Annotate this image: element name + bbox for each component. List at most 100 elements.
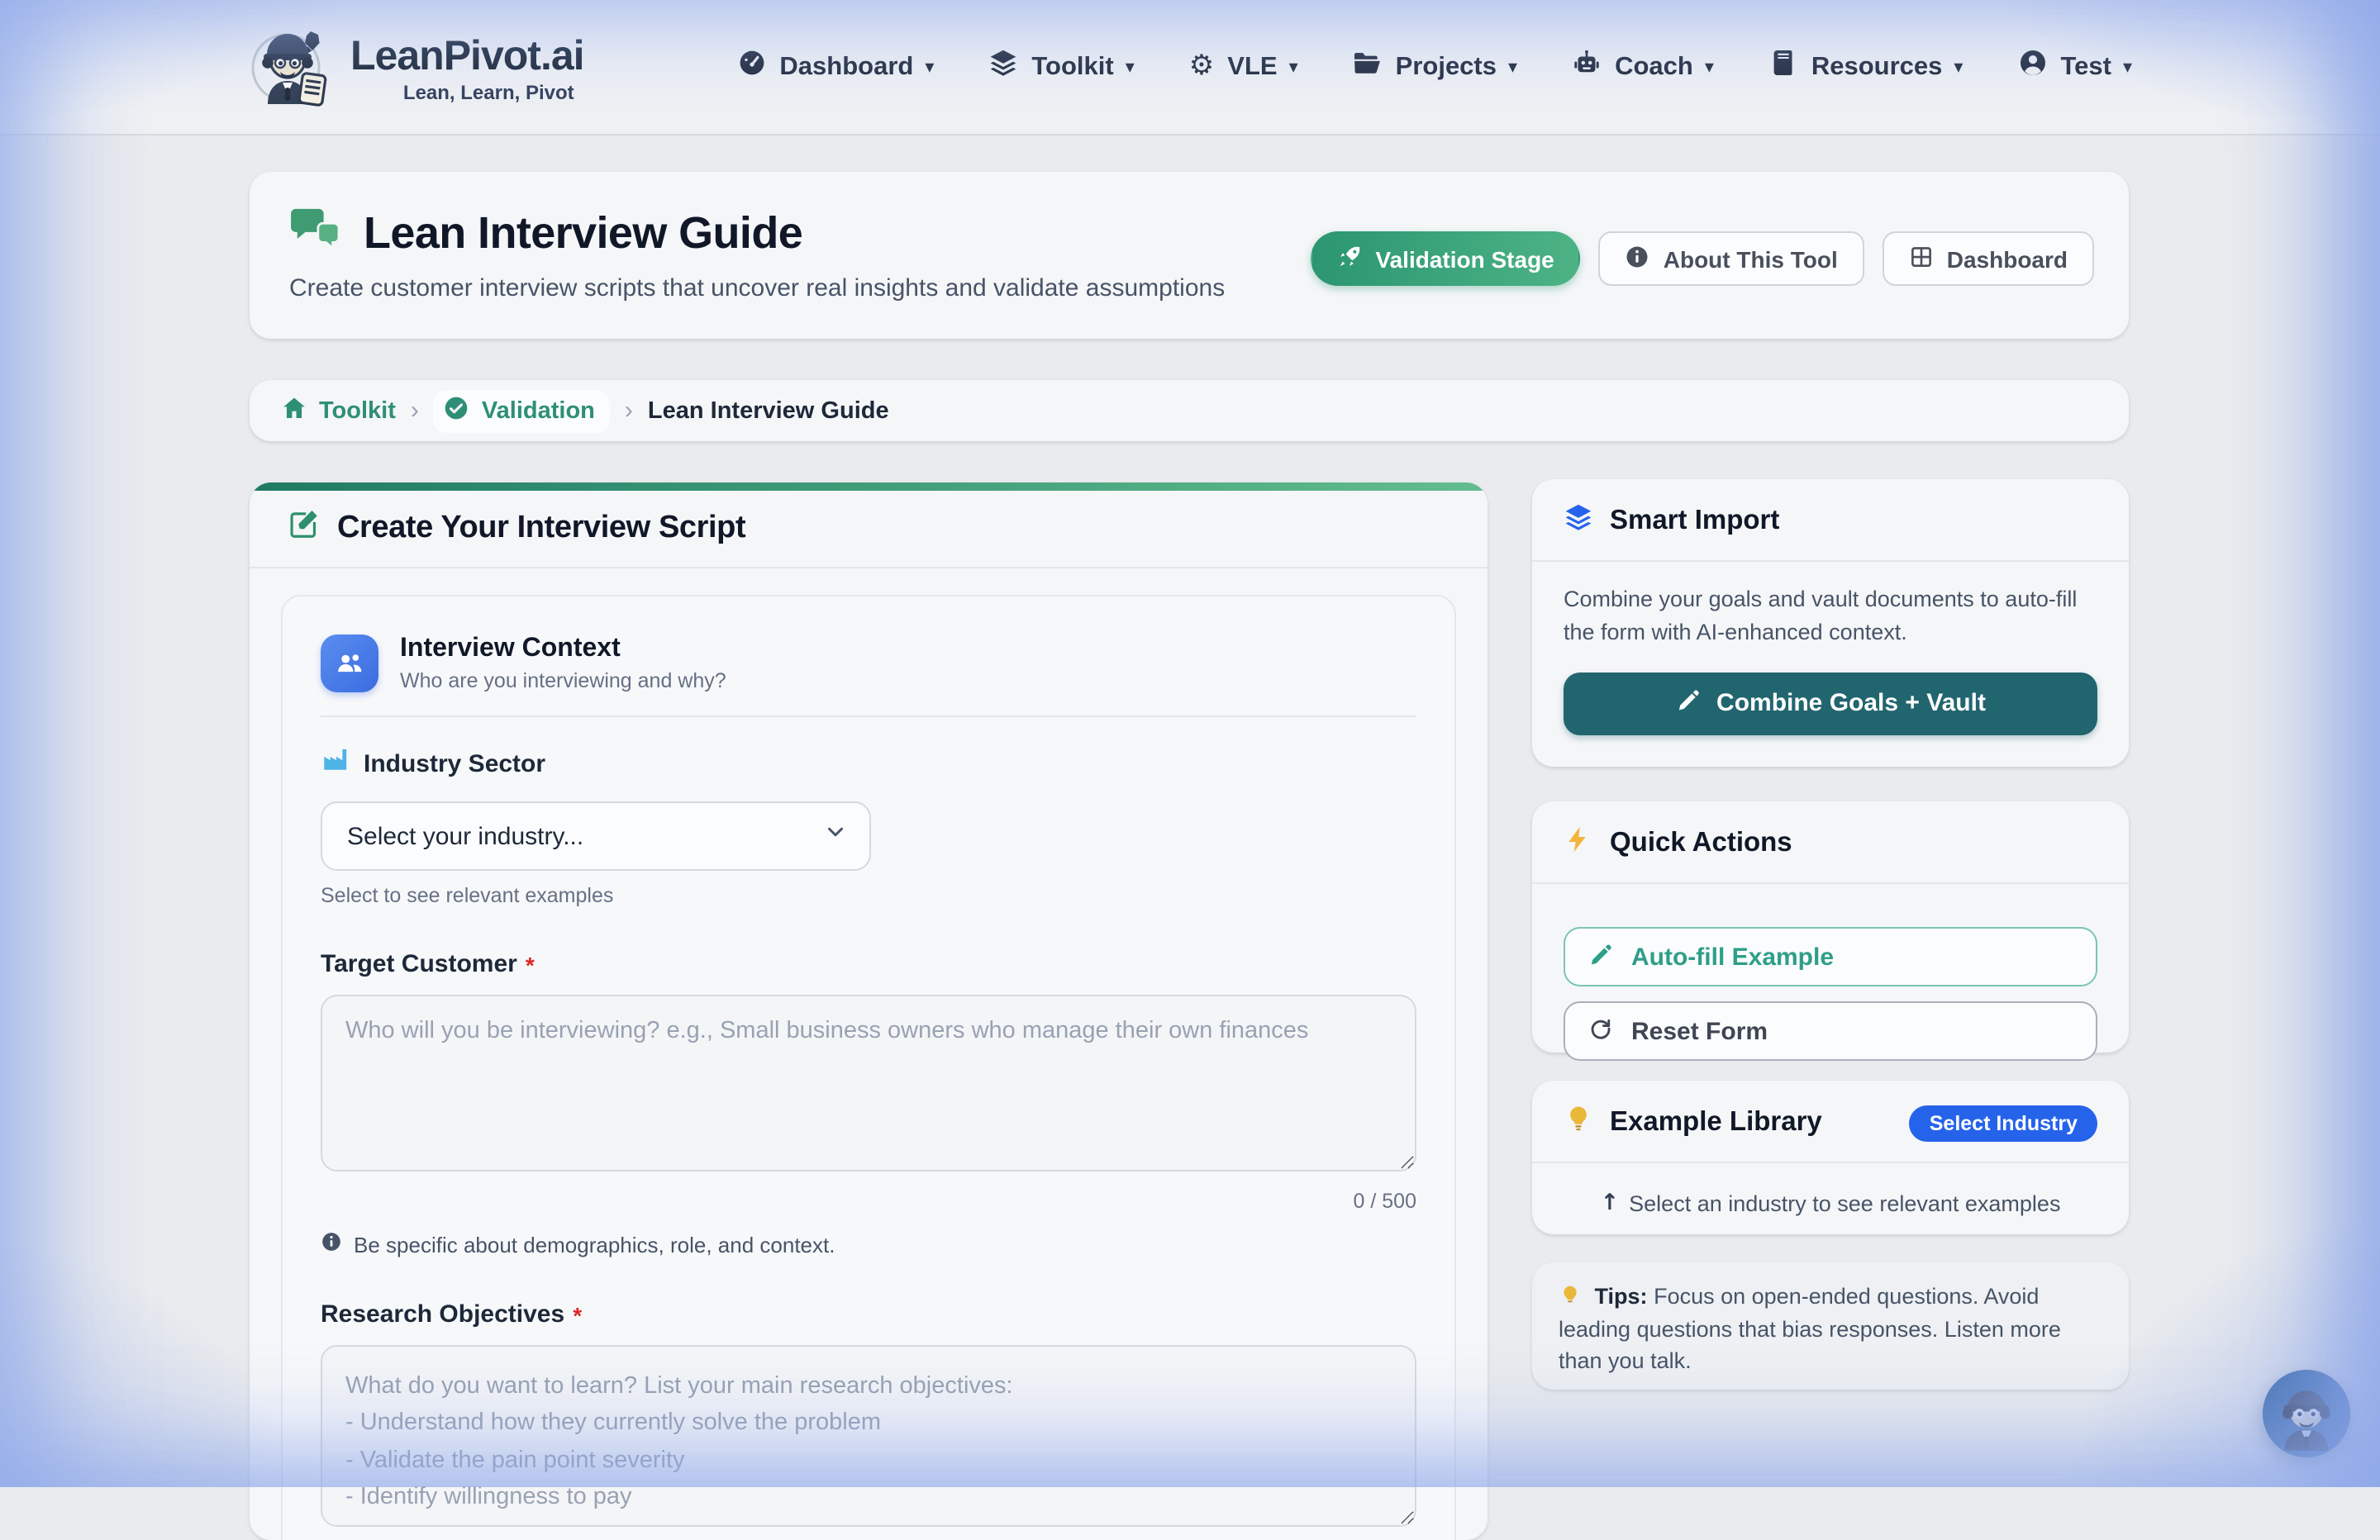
quick-actions-title: Quick Actions [1610,828,1792,858]
refresh-icon [1588,1015,1613,1047]
quick-actions-card: Quick Actions Auto-fill Example Reset Fo… [1532,801,2129,1061]
pencil-icon [1675,687,1700,719]
nav-item-vle[interactable]: ⚙ VLE ▾ [1189,52,1298,82]
breadcrumb-separator: › [624,397,633,425]
gears-icon: ⚙ [1188,50,1215,83]
layers-icon [1564,502,1593,540]
main-nav-menu: Dashboard ▾ Toolkit ▾ ⚙ VLE ▾ Projects ▾… [736,0,2132,134]
nav-item-projects[interactable]: Projects ▾ [1353,48,1517,86]
smart-import-card: Smart Import Combine your goals and vaul… [1532,479,2129,767]
research-objectives-input[interactable] [321,1345,1416,1527]
target-customer-counter: 0 / 500 [1353,1190,1416,1213]
smart-import-title: Smart Import [1610,506,1780,535]
example-library-empty-text: Select an industry to see relevant examp… [1629,1191,2061,1215]
nav-label: Coach [1615,52,1693,80]
card-accent-bar [250,482,1488,491]
smart-import-description: Combine your goals and vault documents t… [1564,587,2078,645]
divider [321,715,1416,717]
factory-icon [321,745,349,782]
nav-label: Projects [1395,52,1497,80]
interview-context-panel: Interview Context Who are you interviewi… [281,595,1456,1540]
mascot-avatar [2263,1370,2350,1457]
industry-select[interactable]: Select your industry... [321,801,871,871]
robot-icon [1572,48,1602,86]
chevron-down-icon: ▾ [1704,58,1714,78]
example-library-card: Example Library Select Industry ↑ Select… [1532,1081,2129,1234]
nav-item-user-test[interactable]: Test ▾ [2017,48,2132,86]
select-industry-badge[interactable]: Select Industry [1909,1105,2097,1141]
app-window: LeanPivot.ai Lean, Learn, Pivot Dashboar… [0,0,2380,1540]
nav-label: Test [2060,52,2111,80]
example-library-title: Example Library [1610,1107,1822,1137]
target-customer-label: Target Customer [321,950,517,978]
chevron-down-icon: ▾ [1954,58,1963,78]
gauge-icon [736,48,766,86]
autofill-example-button[interactable]: Auto-fill Example [1564,927,2097,986]
stage-badge-label: Validation Stage [1375,245,1554,272]
target-customer-input[interactable] [321,995,1416,1172]
breadcrumb: Toolkit › Validation › Lean Interview Gu… [250,380,2129,441]
top-navbar: LeanPivot.ai Lean, Learn, Pivot Dashboar… [0,0,2380,135]
reset-button-label: Reset Form [1631,1017,1768,1045]
combine-goals-vault-button[interactable]: Combine Goals + Vault [1564,672,2097,734]
nav-item-resources[interactable]: Resources ▾ [1768,48,1963,86]
nav-label: Toolkit [1031,52,1114,80]
info-icon [1626,244,1650,273]
breadcrumb-label: Validation [481,397,595,424]
industry-sector-label: Industry Sector [364,749,546,777]
breadcrumb-toolkit[interactable]: Toolkit [281,394,396,427]
nav-label: Dashboard [779,52,914,80]
validation-stage-badge[interactable]: Validation Stage [1311,231,1581,286]
brand-tagline: Lean, Learn, Pivot [402,80,574,103]
page-subtitle: Create customer interview scripts that u… [289,274,1226,302]
tips-card: Tips: Focus on open-ended questions. Avo… [1532,1262,2129,1390]
brand-name: LeanPivot.ai [350,32,585,78]
industry-select-value: Select your industry... [347,822,584,850]
industry-helper-text: Select to see relevant examples [321,884,614,907]
target-customer-helper: Be specific about demographics, role, an… [354,1232,835,1257]
user-icon [2017,48,2047,86]
chevron-down-icon: ▾ [1508,58,1518,78]
about-button-label: About This Tool [1663,245,1838,272]
people-icon [321,635,378,692]
nav-label: Resources [1811,52,1943,80]
form-card-title: Create Your Interview Script [337,511,746,545]
research-objectives-label: Research Objectives [321,1300,565,1328]
chevron-down-icon: ▾ [925,58,935,78]
interview-script-form-card: Create Your Interview Script Interview C… [250,482,1488,1540]
arrow-up-icon: ↑ [1600,1190,1620,1216]
chat-assistant-button[interactable] [2263,1370,2350,1457]
section-title: Interview Context [400,635,621,663]
breadcrumb-validation[interactable]: Validation [433,389,610,432]
info-icon [321,1231,342,1257]
lightbulb-icon [1564,1104,1593,1142]
breadcrumb-current: Lean Interview Guide [647,397,889,424]
check-circle-icon [444,394,470,427]
required-asterisk: * [573,1301,583,1328]
page-title: Lean Interview Guide [364,207,803,257]
mascot-logo-icon [245,18,334,119]
breadcrumb-separator: › [410,397,419,425]
combine-button-label: Combine Goals + Vault [1716,689,1986,717]
chat-bubbles-icon [289,207,340,259]
autofill-button-label: Auto-fill Example [1631,943,1835,971]
dashboard-button-label: Dashboard [1946,245,2068,272]
section-subtitle: Who are you interviewing and why? [400,669,726,692]
edit-pencil-icon [288,509,319,549]
about-tool-button[interactable]: About This Tool [1598,231,1864,286]
layers-icon [988,48,1018,86]
chevron-down-icon: ▾ [1288,58,1298,78]
nav-item-dashboard[interactable]: Dashboard ▾ [736,48,934,86]
nav-label: VLE [1227,52,1278,80]
chevron-down-icon [823,820,848,853]
pencil-icon [1588,941,1613,972]
nav-item-toolkit[interactable]: Toolkit ▾ [988,48,1135,86]
rocket-icon [1337,244,1362,273]
reset-form-button[interactable]: Reset Form [1564,1001,2097,1061]
nav-item-coach[interactable]: Coach ▾ [1572,48,1714,86]
breadcrumb-label: Toolkit [319,397,396,424]
dashboard-button[interactable]: Dashboard [1882,231,2094,286]
brand-logo[interactable]: LeanPivot.ai Lean, Learn, Pivot [245,18,585,119]
lightning-bolt-icon [1564,825,1593,863]
folder-icon [1353,48,1383,86]
